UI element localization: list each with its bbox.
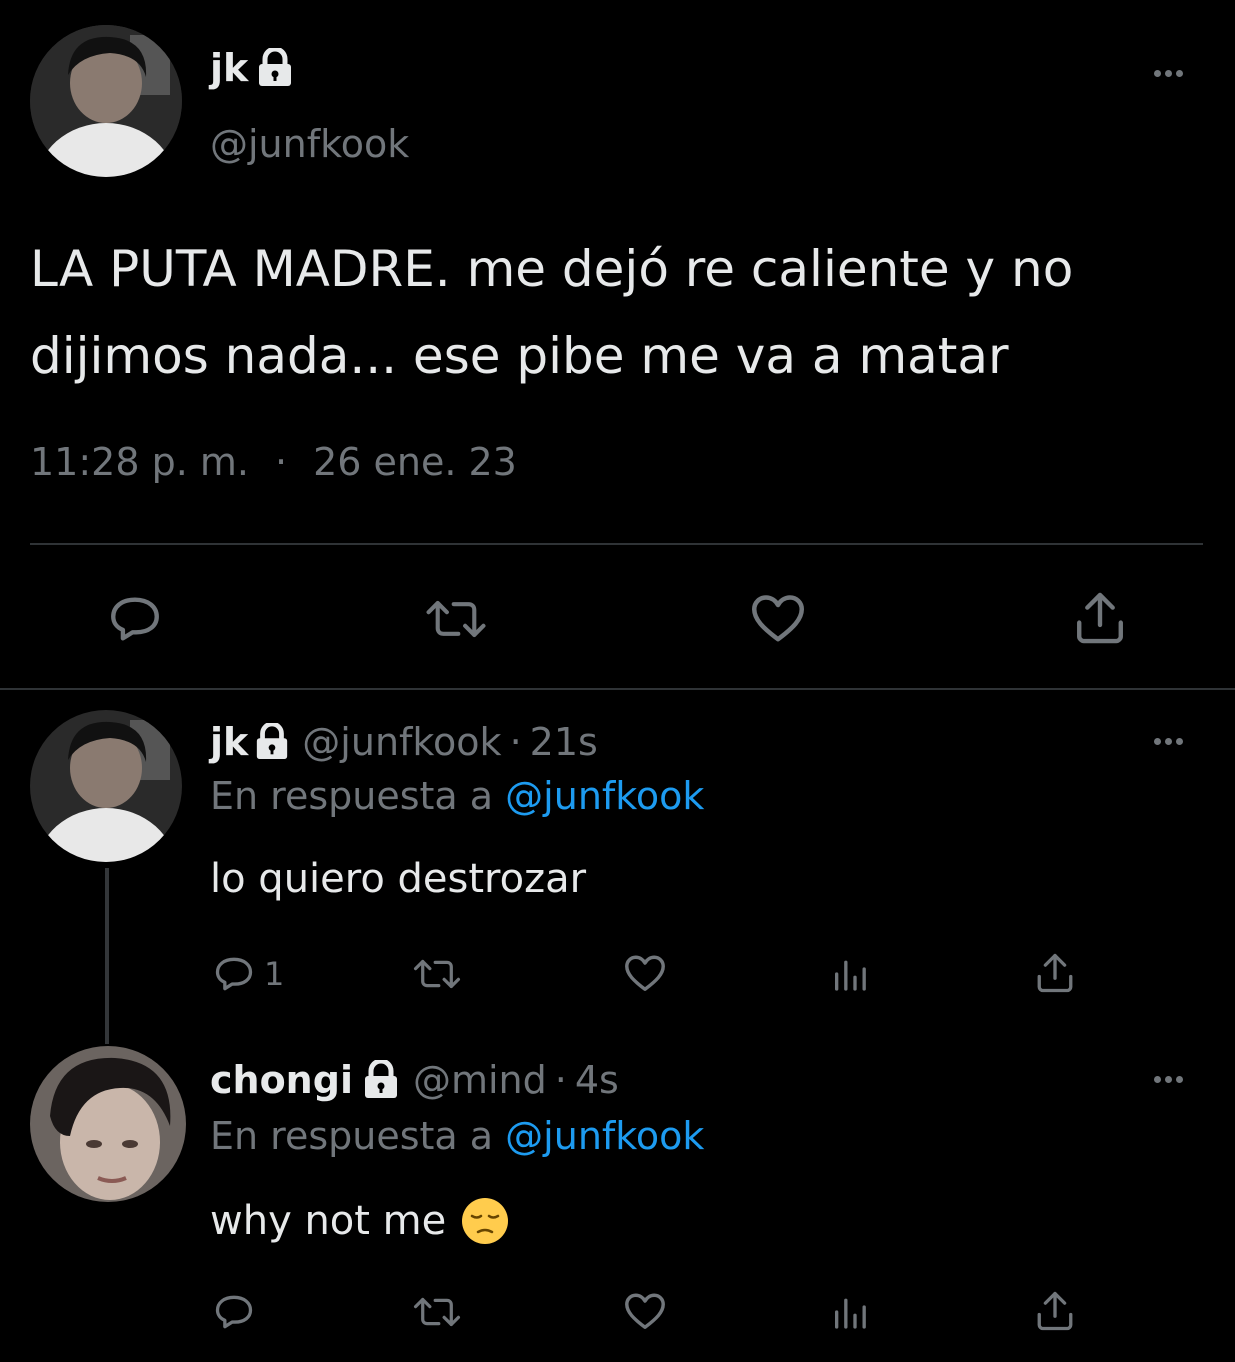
reply-prefix: En respuesta a xyxy=(210,1114,494,1158)
tweet-time: 11:28 p. m. xyxy=(30,440,249,484)
tweet-text: why not me xyxy=(210,1196,510,1246)
tweet-age[interactable]: 21s xyxy=(530,720,598,764)
handle[interactable]: @junfkook xyxy=(302,720,501,764)
thread-line xyxy=(105,868,109,1044)
avatar[interactable] xyxy=(30,25,182,177)
display-name[interactable]: chongi xyxy=(210,1058,353,1102)
avatar[interactable] xyxy=(30,1046,186,1202)
reply-to-link[interactable]: @junfkook xyxy=(505,774,704,818)
reply-context: En respuesta a @junfkook xyxy=(210,774,704,818)
lock-icon xyxy=(256,48,294,88)
reply-icon[interactable] xyxy=(212,1290,264,1334)
tweet-text-line: LA PUTA MADRE. me dejó re caliente y no xyxy=(30,240,1074,298)
avatar[interactable] xyxy=(30,710,182,862)
more-options-icon[interactable] xyxy=(1154,1076,1183,1083)
tweet-text-line: dijimos nada... ese pibe me va a matar xyxy=(30,327,1009,385)
divider xyxy=(30,543,1203,545)
reply-to-link[interactable]: @junfkook xyxy=(505,1114,704,1158)
reply-icon[interactable]: 1 xyxy=(212,952,284,996)
tweet-text: lo quiero destrozar xyxy=(210,856,587,902)
tweet-age[interactable]: 4s xyxy=(575,1058,619,1102)
separator-dot: · xyxy=(274,440,288,484)
retweet-icon[interactable] xyxy=(412,1290,462,1334)
share-icon[interactable] xyxy=(1034,1288,1076,1334)
more-options-icon[interactable] xyxy=(1154,70,1183,77)
display-name[interactable]: jk xyxy=(210,46,248,90)
retweet-icon[interactable] xyxy=(412,952,462,996)
tweet-text-content: why not me xyxy=(210,1198,447,1244)
divider xyxy=(0,688,1235,690)
reply-count: 1 xyxy=(264,955,285,993)
lock-icon xyxy=(361,1060,401,1100)
share-icon[interactable] xyxy=(1072,588,1128,648)
like-icon[interactable] xyxy=(622,1288,668,1334)
separator-dot: · xyxy=(554,1058,567,1102)
tweet-text: LA PUTA MADRE. me dejó re caliente y no … xyxy=(30,226,1073,400)
reply-icon[interactable] xyxy=(106,590,164,648)
pensive-face-emoji-icon xyxy=(460,1196,510,1246)
reply-prefix: En respuesta a xyxy=(210,774,494,818)
analytics-icon[interactable] xyxy=(830,1292,870,1332)
display-name[interactable]: jk xyxy=(210,720,248,764)
handle[interactable]: @mind xyxy=(413,1058,547,1102)
like-icon[interactable] xyxy=(622,950,668,996)
more-options-icon[interactable] xyxy=(1154,738,1183,745)
share-icon[interactable] xyxy=(1034,950,1076,996)
lock-icon xyxy=(254,723,290,761)
tweet-date: 26 ene. 23 xyxy=(313,440,517,484)
retweet-icon[interactable] xyxy=(424,590,488,648)
reply-context: En respuesta a @junfkook xyxy=(210,1114,704,1158)
timestamp[interactable]: 11:28 p. m. · 26 ene. 23 xyxy=(30,440,517,484)
like-icon[interactable] xyxy=(748,588,808,648)
handle[interactable]: @junfkook xyxy=(210,122,409,166)
separator-dot: · xyxy=(509,720,522,764)
analytics-icon[interactable] xyxy=(830,954,870,994)
